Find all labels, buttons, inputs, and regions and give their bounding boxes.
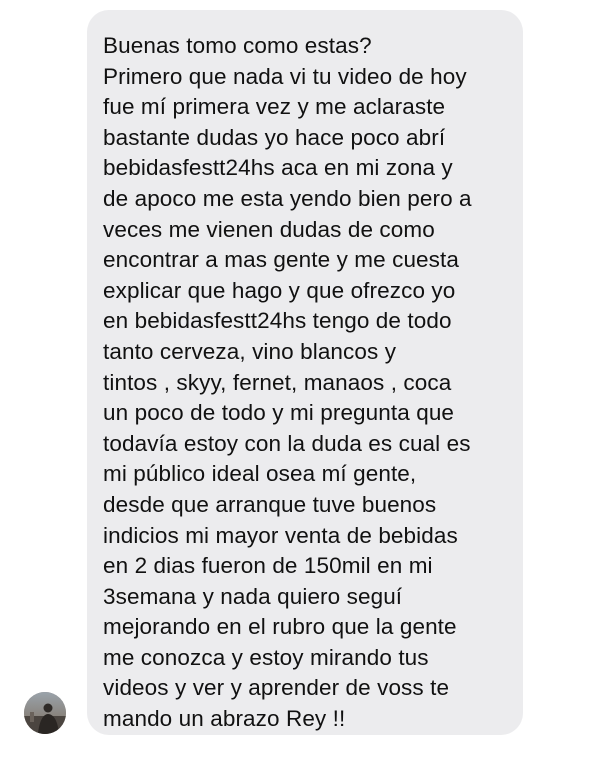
received-message-bubble[interactable]: Buenas tomo como estas? Primero que nada… <box>87 10 523 735</box>
message-line: mejorando en el rubro que la gente <box>103 614 457 640</box>
message-line: todavía estoy con la duda es cual es <box>103 430 471 456</box>
message-line: 3semana y nada quiero seguí <box>103 583 403 609</box>
chat-thread: Buenas tomo como estas? Primero que nada… <box>0 0 590 764</box>
message-line: en 2 dias fueron de 150mil en mi <box>103 553 433 579</box>
message-line: mando un abrazo Rey !! <box>103 706 346 732</box>
message-line: explicar que hago y que ofrezco yo <box>103 277 456 303</box>
message-line: bastante dudas yo hace poco abrí <box>103 124 446 150</box>
message-line: tintos , skyy, fernet, manaos , coca <box>103 369 452 395</box>
message-line: en bebidasfestt24hs tengo de todo <box>103 308 452 334</box>
message-line: de apoco me esta yendo bien pero a <box>103 185 472 211</box>
message-line: desde que arranque tuve buenos <box>103 491 437 517</box>
message-line: veces me vienen dudas de como <box>103 216 435 242</box>
message-line: videos y ver y aprender de voss te <box>103 675 450 701</box>
message-line: me conozca y estoy mirando tus <box>103 644 429 670</box>
message-line: indicios mi mayor venta de bebidas <box>103 522 458 548</box>
message-line: Primero que nada vi tu video de hoy <box>103 63 467 89</box>
message-line: tanto cerveza, vino blancos y <box>103 338 397 364</box>
message-line: mi público ideal osea mí gente, <box>103 461 417 487</box>
message-line: fue mí primera vez y me aclaraste <box>103 94 446 120</box>
profile-photo-icon <box>24 692 66 734</box>
message-line: un poco de todo y mi pregunta que <box>103 400 455 426</box>
message-line: Buenas tomo como estas? <box>103 33 372 58</box>
sender-avatar[interactable] <box>24 692 66 734</box>
message-line: encontrar a mas gente y me cuesta <box>103 247 459 273</box>
message-line: bebidasfestt24hs aca en mi zona y <box>103 155 453 181</box>
